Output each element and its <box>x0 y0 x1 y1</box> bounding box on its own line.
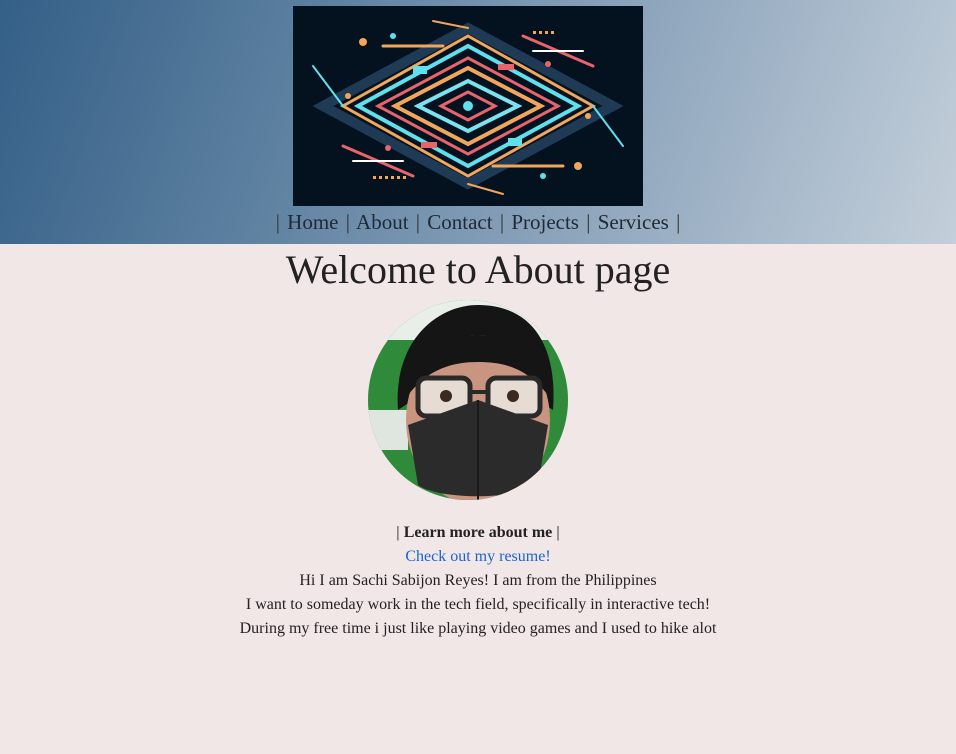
nav-separator: | <box>275 210 280 234</box>
nav-link-contact[interactable]: Contact <box>427 210 492 234</box>
nav-separator: | <box>586 210 591 234</box>
main-nav: | Home | About | Contact | Projects | Se… <box>0 209 956 235</box>
nav-link-home[interactable]: Home <box>287 210 338 234</box>
learn-more-heading: | Learn more about me | <box>0 521 956 545</box>
resume-link[interactable]: Check out my resume! <box>405 548 550 565</box>
heading-separator: | <box>556 524 560 541</box>
nav-separator: | <box>415 210 421 234</box>
learn-more-text: Learn more about me <box>403 524 553 541</box>
nav-separator: | <box>676 210 681 234</box>
nav-link-projects[interactable]: Projects <box>511 210 579 234</box>
nav-separator: | <box>345 210 350 234</box>
nav-link-services[interactable]: Services <box>598 210 669 234</box>
nav-separator: | <box>499 210 505 234</box>
heading-separator: | <box>396 524 400 541</box>
bio-paragraph-2: I want to someday work in the tech field… <box>245 596 711 613</box>
site-header: | Home | About | Contact | Projects | Se… <box>0 0 956 244</box>
about-content: | Learn more about me | Check out my res… <box>0 521 956 641</box>
profile-photo-icon <box>368 300 568 500</box>
circuit-logo-image <box>293 6 643 206</box>
bio-paragraph-3: During my free time i just like playing … <box>239 620 717 637</box>
bio-paragraph-1: Hi I am Sachi Sabijon Reyes! I am from t… <box>299 572 657 589</box>
circuit-icon <box>312 20 624 195</box>
profile-photo <box>368 300 568 500</box>
page-title: Welcome to About page <box>285 247 671 292</box>
nav-link-about[interactable]: About <box>356 210 409 234</box>
